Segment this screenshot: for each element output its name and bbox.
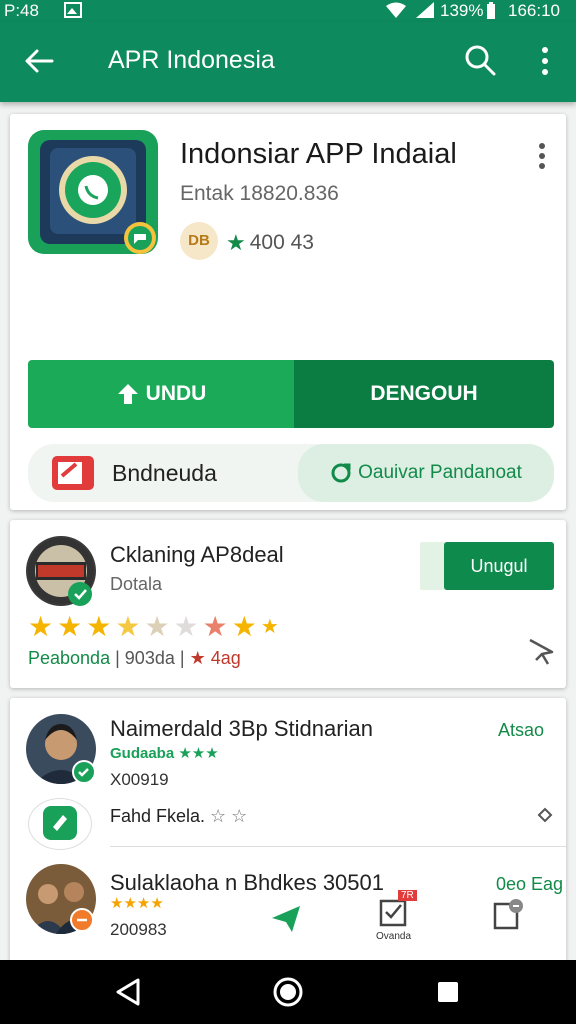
star-half-icon: ★	[115, 611, 141, 642]
meta-rating: 4ag	[210, 648, 241, 668]
list-item-name: Sulaklaoha n Bhdkes 30501	[110, 870, 384, 895]
battery-icon	[487, 2, 495, 19]
dock-badge: 7R	[398, 890, 417, 901]
category-row[interactable]: Bndneuda Oauivar Pandanoat	[28, 444, 554, 502]
action-buttons: UNDU DENGOUH	[28, 360, 554, 428]
status-bar: P:48 139% 166:10	[0, 0, 576, 22]
rating-label: Gudaaba	[110, 745, 175, 762]
related-install-button[interactable]: Unugul	[444, 542, 554, 590]
search-icon[interactable]	[464, 44, 496, 76]
related-app-meta: Peabonda | 903da | ★ 4ag	[28, 648, 241, 668]
install-button[interactable]: UNDU	[28, 360, 294, 428]
verified-icon	[72, 760, 96, 784]
star-icon: ★	[260, 616, 279, 638]
star-rating: ★ ★ ★ ★ ★ ★ ★ ★ ★	[28, 612, 279, 642]
download-pill[interactable]: Oauivar Pandanoat	[298, 444, 554, 502]
secondary-button[interactable]: DENGOUH	[294, 360, 554, 428]
home-nav-icon[interactable]	[270, 974, 306, 1010]
related-app-card: Cklaning AP8deal Dotala Unugul ★ ★ ★ ★ ★…	[10, 520, 566, 688]
status-time: P:48	[4, 1, 39, 20]
divider	[110, 846, 566, 847]
star-icon: ★	[57, 611, 83, 642]
star-icon: ★	[28, 611, 54, 642]
recents-nav-icon[interactable]	[430, 974, 466, 1010]
related-app-name: Cklaning AP8deal	[110, 542, 284, 567]
wifi-icon	[386, 2, 406, 18]
badge-icon	[70, 908, 94, 932]
list-item-number: 200983	[110, 920, 167, 939]
star-icon: ★	[202, 611, 228, 642]
back-nav-icon[interactable]	[110, 974, 146, 1010]
update-icon[interactable]	[492, 898, 524, 930]
app-icon	[28, 130, 158, 254]
star-icon: ★	[231, 611, 257, 642]
list-item-action[interactable]: 0eo Eag	[496, 874, 563, 895]
list-item-rating: Gudaaba ★★★	[110, 745, 219, 762]
app-developer: Entak 18820.836	[180, 182, 339, 205]
star-empty-icon: ★	[144, 611, 170, 642]
dock-item[interactable]: 7R Ovanda	[376, 890, 417, 942]
status-clock: 166:10	[508, 1, 560, 20]
category-label: Bndneuda	[112, 460, 217, 486]
app-icon[interactable]	[28, 798, 92, 850]
chevron-right-icon[interactable]	[536, 806, 554, 824]
meta-count: 903da	[124, 648, 175, 668]
star-icon: ★	[226, 230, 246, 255]
rating-value: 400 43	[249, 231, 314, 254]
category-icon	[52, 456, 94, 490]
list-item-number: X00919	[110, 770, 169, 789]
app-name: Indonsiar APP Indaial	[180, 138, 457, 170]
app-rating: ★ 400 43	[226, 230, 314, 256]
install-button-label: UNDU	[145, 382, 207, 405]
related-app-icon[interactable]	[26, 536, 96, 606]
list-item-name: Fahd Fkela. ☆ ☆	[110, 806, 248, 826]
signal-icon	[416, 2, 434, 18]
download-icon	[117, 384, 138, 404]
system-nav-bar	[0, 960, 576, 1024]
arrow-left-icon[interactable]	[22, 44, 56, 78]
download-pill-label: Oauivar Pandanoat	[358, 462, 522, 483]
list-item-name: Naimerdald 3Bp Stidnarian	[110, 716, 373, 741]
meta-tag: Peabonda	[28, 648, 111, 668]
dock-label: Ovanda	[376, 931, 412, 942]
send-icon[interactable]	[270, 902, 302, 934]
star-icon: ★	[86, 611, 112, 642]
app-bar: APR Indonesia	[0, 22, 576, 102]
battery-percent: 139%	[440, 1, 484, 20]
refresh-icon	[331, 463, 351, 483]
related-app-subtitle: Dotala	[110, 574, 163, 594]
page-title: APR Indonesia	[108, 46, 275, 74]
more-vert-icon[interactable]	[530, 44, 560, 78]
share-icon[interactable]	[526, 636, 556, 666]
list-item-stars: ★★★★	[110, 895, 164, 912]
image-icon	[64, 2, 82, 18]
list-item-action[interactable]: Atsao	[498, 720, 544, 741]
app-list-card: Naimerdald 3Bp Stidnarian Atsao Gudaaba …	[10, 698, 566, 988]
more-vert-icon[interactable]	[532, 142, 552, 170]
age-badge: DB	[180, 222, 218, 260]
app-detail-card: Indonsiar APP Indaial Entak 18820.836 DB…	[10, 114, 566, 510]
star-empty-icon: ★	[173, 611, 199, 642]
